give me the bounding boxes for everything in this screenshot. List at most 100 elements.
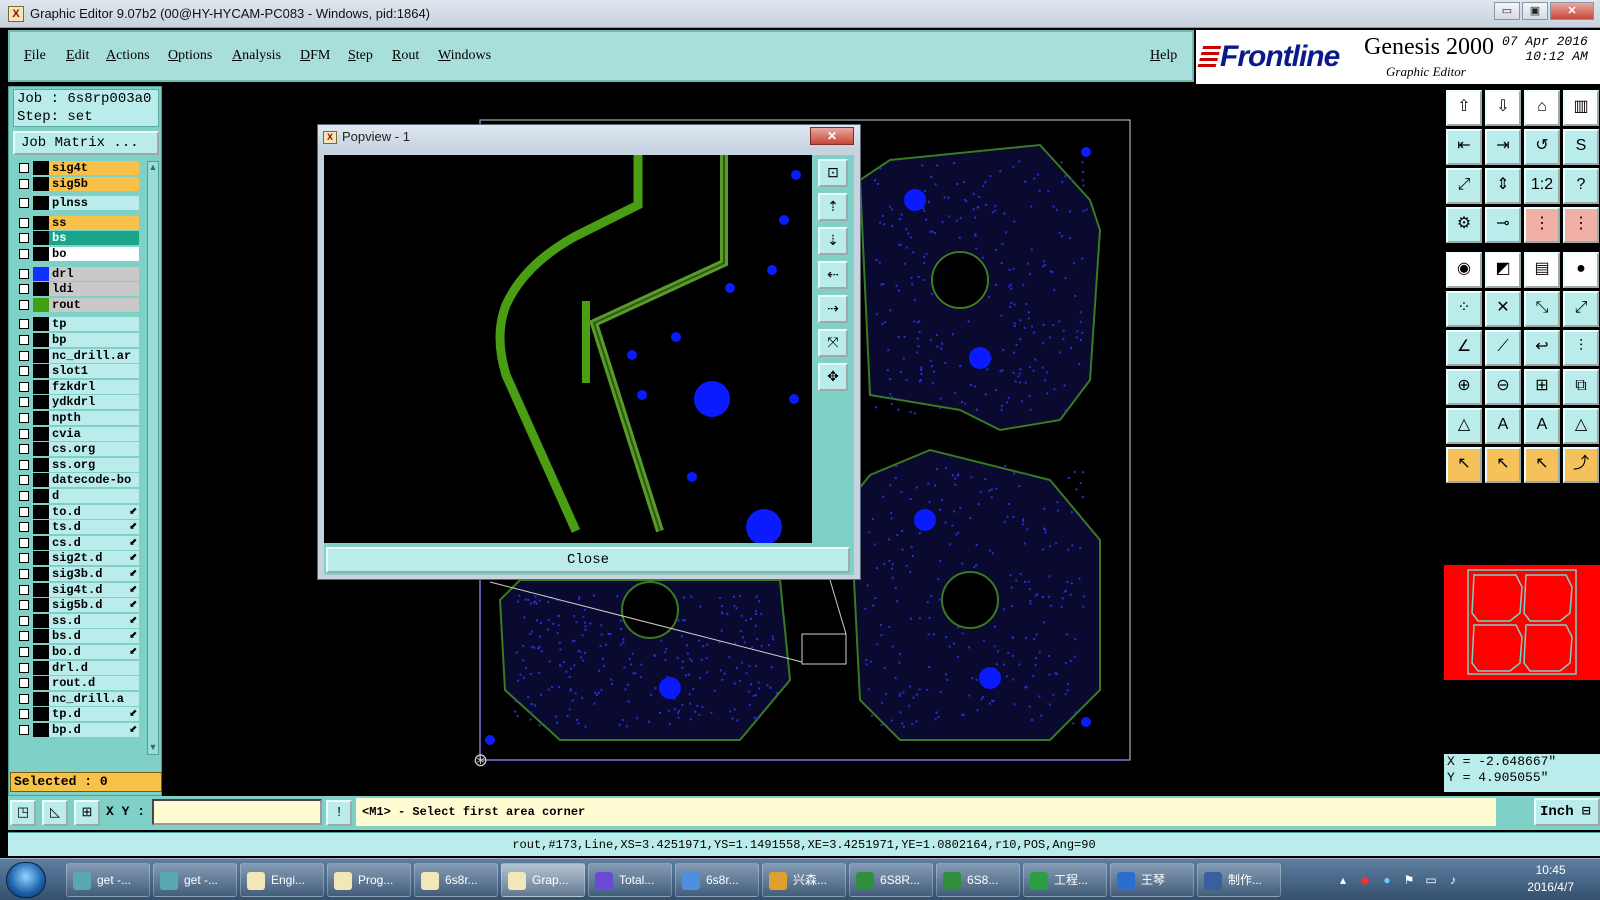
layer-row-sig4t-d[interactable]: sig4t.d ⬋: [13, 582, 139, 597]
layer-color-swatch[interactable]: [33, 676, 49, 691]
layer-name[interactable]: ss.d: [49, 613, 139, 628]
zoom-fit-icon[interactable]: ⤢: [1446, 168, 1482, 204]
layer-name[interactable]: sig2t.d: [49, 551, 139, 566]
layer-checkbox[interactable]: [19, 615, 29, 626]
layer-checkbox[interactable]: [19, 299, 29, 310]
layer-row-nc-drill-a[interactable]: nc_drill.a: [13, 691, 139, 706]
add-icon[interactable]: ⊕: [1446, 369, 1482, 405]
copy-icon[interactable]: ⧉: [1563, 369, 1599, 405]
taskbar-item[interactable]: 6s8r...: [675, 863, 759, 897]
arc-icon[interactable]: ↩: [1524, 330, 1560, 366]
probe-icon[interactable]: ⊸: [1485, 207, 1521, 243]
shift-left-icon[interactable]: ⇤: [1446, 129, 1482, 165]
home-icon[interactable]: ⌂: [1524, 90, 1560, 126]
layer-name[interactable]: tp.d: [49, 707, 139, 722]
unit-selector[interactable]: Inch ⊟: [1534, 798, 1600, 826]
angle-icon[interactable]: ∠: [1446, 330, 1482, 366]
layer-name[interactable]: sig5b: [49, 176, 139, 191]
layer-checkbox[interactable]: [19, 553, 29, 564]
select-point-icon[interactable]: ◉: [1446, 252, 1482, 288]
pointer-route-icon[interactable]: ⤴: [1563, 447, 1599, 483]
layer-checkbox[interactable]: [19, 163, 29, 173]
layer-row-bp[interactable]: bp: [13, 333, 139, 347]
layer-checkbox[interactable]: [19, 631, 29, 642]
layer-name[interactable]: ts.d: [49, 520, 139, 535]
layer-checkbox[interactable]: [19, 397, 29, 408]
layer-checkbox[interactable]: [19, 284, 29, 295]
layer-color-swatch[interactable]: [33, 645, 49, 659]
layer-name[interactable]: bs.d: [49, 629, 139, 644]
popview-close-button[interactable]: Close: [326, 547, 850, 573]
delete-node-icon[interactable]: ✕: [1485, 291, 1521, 327]
popview-pan-right-icon[interactable]: ⇢: [818, 295, 848, 323]
layer-color-swatch[interactable]: [33, 426, 49, 441]
rout-order-icon[interactable]: ⋮: [1563, 207, 1599, 243]
layer-color-swatch[interactable]: [33, 707, 49, 722]
overview-map[interactable]: [1444, 565, 1600, 680]
layer-row-rout-d[interactable]: rout.d: [13, 676, 139, 691]
layer-checkbox[interactable]: [19, 569, 29, 579]
taskbar-item[interactable]: 6S8R...: [849, 863, 933, 897]
layer-name[interactable]: cs.d: [49, 535, 139, 550]
tray-expand-icon[interactable]: ▴: [1336, 873, 1350, 887]
layer-color-swatch[interactable]: [33, 691, 49, 706]
popview-pan-down-icon[interactable]: ⇣: [818, 227, 848, 255]
measure-mode-icon[interactable]: ◺: [42, 800, 68, 826]
layer-color-swatch[interactable]: [33, 333, 49, 347]
layer-color-swatch[interactable]: [33, 473, 49, 488]
layer-row-ldi[interactable]: ldi: [13, 282, 139, 297]
layer-checkbox[interactable]: [19, 268, 29, 279]
scale-icon[interactable]: 1:2: [1524, 168, 1560, 204]
layer-checkbox[interactable]: [19, 522, 29, 533]
grid-icon[interactable]: ⊞: [1524, 369, 1560, 405]
layer-name[interactable]: d: [49, 489, 139, 503]
layer-name[interactable]: slot1: [49, 364, 139, 379]
layer-color-swatch[interactable]: [33, 582, 49, 597]
snap-mode-icon[interactable]: ◳: [10, 800, 36, 826]
cross-section-icon[interactable]: ◩: [1485, 252, 1521, 288]
layer-row-tp-d[interactable]: tp.d ⬋: [13, 707, 139, 722]
layer-checkbox[interactable]: [19, 233, 29, 244]
layer-row-cvia[interactable]: cvia: [13, 426, 139, 441]
layer-checkbox[interactable]: [19, 198, 29, 209]
layer-color-swatch[interactable]: [33, 723, 49, 737]
layer-row-bp-d[interactable]: bp.d ⬋: [13, 723, 139, 737]
layer-name[interactable]: fzkdrl: [49, 379, 139, 394]
layer-checkbox[interactable]: [19, 366, 29, 377]
triangle-icon[interactable]: △: [1446, 408, 1482, 444]
warning-icon[interactable]: △: [1563, 408, 1599, 444]
grid-mode-icon[interactable]: ⊞: [74, 800, 100, 826]
layer-name[interactable]: nc_drill.a: [49, 691, 139, 706]
pointer-icon[interactable]: ↖: [1446, 447, 1482, 483]
layer-checkbox[interactable]: [19, 678, 29, 689]
layer-checkbox[interactable]: [19, 662, 29, 673]
layer-color-swatch[interactable]: [33, 442, 49, 457]
parallel-icon[interactable]: ⫶: [1563, 330, 1599, 366]
layer-row-ss-d[interactable]: ss.d ⬋: [13, 613, 139, 628]
connect-icon[interactable]: ⤢: [1563, 291, 1599, 327]
text-bold-icon[interactable]: A: [1524, 408, 1560, 444]
layer-color-swatch[interactable]: [33, 215, 49, 230]
layer-name[interactable]: npth: [49, 411, 139, 425]
layer-row-sig5b[interactable]: sig5b: [13, 176, 139, 191]
layer-row-bo-d[interactable]: bo.d ⬋: [13, 645, 139, 659]
layer-name[interactable]: sig4t.d: [49, 582, 139, 597]
layer-row-bs-d[interactable]: bs.d ⬋: [13, 629, 139, 644]
taskbar-item[interactable]: Prog...: [327, 863, 411, 897]
layer-color-swatch[interactable]: [33, 176, 49, 191]
pointer-rotate-icon[interactable]: ↖: [1524, 447, 1560, 483]
layer-name[interactable]: datecode-bo: [49, 473, 139, 488]
layer-name[interactable]: bs: [49, 231, 139, 246]
help-icon[interactable]: ?: [1563, 168, 1599, 204]
taskbar-item[interactable]: Grap...: [501, 863, 585, 897]
layer-name[interactable]: sig4t: [49, 161, 139, 175]
taskbar-item[interactable]: 6s8r...: [414, 863, 498, 897]
layer-color-swatch[interactable]: [33, 297, 49, 312]
layer-name[interactable]: drl: [49, 266, 139, 281]
layer-row-rout[interactable]: rout: [13, 297, 139, 312]
layer-color-swatch[interactable]: [33, 613, 49, 628]
layer-name[interactable]: bp.d: [49, 723, 139, 737]
layer-row-ss[interactable]: ss: [13, 215, 139, 230]
remove-icon[interactable]: ⊖: [1485, 369, 1521, 405]
clock[interactable]: 10:45 2016/4/7: [1527, 862, 1574, 896]
